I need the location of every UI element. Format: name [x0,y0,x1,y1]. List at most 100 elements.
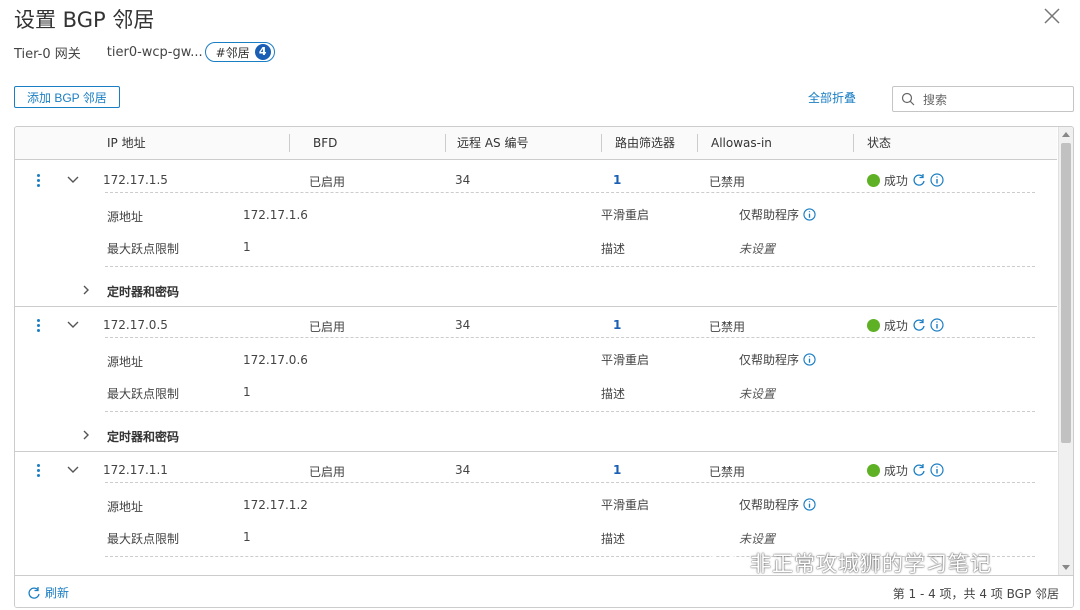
dialog-title: 设置 BGP 邻居 [14,8,155,32]
refresh-icon[interactable] [912,463,926,477]
status-text: 成功 [883,174,908,188]
allowas-in-value: 已禁用 [709,465,746,479]
column-header-ip[interactable]: IP 地址 [107,127,146,159]
description-label: 描述 [601,387,626,401]
gateway-name: tier0-wcp-gw... [106,44,203,60]
graceful-restart-label: 平滑重启 [601,208,650,222]
watermark-text: 非正常攻城狮的学习笔记 [750,552,992,576]
pagination-summary: 第 1 - 4 项，共 4 项 BGP 邻居 [892,587,1059,601]
graceful-restart-value: 仅帮助程序 [739,351,816,368]
source-address-value: 172.17.1.2 [243,498,308,512]
allowas-in-value: 已禁用 [709,175,746,189]
max-hop-label: 最大跃点限制 [107,532,180,546]
source-address-label: 源地址 [107,210,144,224]
source-address-label: 源地址 [107,355,144,369]
grid-header: IP 地址 BFD 远程 AS 编号 路由筛选器 Allowas-in 状态 [15,127,1057,160]
description-value: 未设置 [739,532,776,546]
bfd-value: 已启用 [309,320,346,334]
description-value: 未设置 [739,242,776,256]
success-status-icon [867,464,880,477]
refresh-icon[interactable] [912,173,926,187]
remote-as-value: 34 [455,463,471,477]
success-status-icon [867,174,880,187]
source-address-label: 源地址 [107,500,144,514]
refresh-button[interactable]: 刷新 [27,584,69,601]
description-label: 描述 [601,532,626,546]
chevron-down-icon[interactable] [67,465,79,475]
route-filters-link[interactable]: 1 [613,318,621,332]
info-icon[interactable] [929,173,944,187]
vertical-scrollbar[interactable] [1058,127,1073,575]
search-placeholder: 搜索 [923,93,948,107]
scrollbar-thumb[interactable] [1061,143,1071,443]
column-header-allowas-in[interactable]: Allowas-in [711,127,772,159]
wechat-logo-icon [711,551,743,575]
status-text: 成功 [883,464,908,478]
graceful-restart-label: 平滑重启 [601,353,650,367]
chevron-down-icon[interactable] [67,320,79,330]
add-bgp-neighbor-button[interactable]: 添加 BGP 邻居 [14,86,120,108]
neighbors-grid: IP 地址 BFD 远程 AS 编号 路由筛选器 Allowas-in 状态 1… [14,126,1074,608]
column-header-route-filters[interactable]: 路由筛选器 [615,127,675,159]
ip-address: 172.17.0.5 [103,318,168,332]
max-hop-value: 1 [243,240,251,254]
graceful-restart-label: 平滑重启 [601,498,650,512]
status-cell: 成功 [867,462,944,479]
column-header-status[interactable]: 状态 [867,127,891,159]
success-status-icon [867,319,880,332]
search-input[interactable]: 搜索 [892,86,1074,112]
grid-footer: 刷新 第 1 - 4 项，共 4 项 BGP 邻居 [15,575,1073,607]
column-header-remote-as[interactable]: 远程 AS 编号 [457,127,528,159]
chevron-right-icon[interactable] [81,285,91,295]
neighbor-count-pill[interactable]: #邻居 4 [204,42,275,62]
refresh-icon [28,586,40,599]
status-cell: 成功 [867,317,944,334]
info-icon[interactable] [929,463,944,477]
timers-and-password-toggle[interactable]: 定时器和密码 [107,428,179,445]
info-icon[interactable] [929,318,944,332]
refresh-label: 刷新 [45,586,70,600]
row-actions-icon[interactable] [33,464,43,479]
remote-as-value: 34 [455,173,471,187]
chevron-down-icon[interactable] [67,175,79,185]
ip-address: 172.17.1.5 [103,173,168,187]
max-hop-label: 最大跃点限制 [107,242,180,256]
route-filters-link[interactable]: 1 [613,173,621,187]
breadcrumb: Tier-0 网关 tier0-wcp-gw... #邻居 4 [14,42,275,62]
timers-and-password-toggle[interactable]: 定时器和密码 [107,283,179,300]
graceful-restart-text: 仅帮助程序 [739,498,800,512]
info-icon[interactable] [803,208,816,221]
close-icon[interactable] [1042,6,1062,26]
chevron-right-icon[interactable] [81,430,91,440]
refresh-icon[interactable] [912,318,926,332]
column-header-bfd[interactable]: BFD [313,127,337,159]
source-address-value: 172.17.0.6 [243,353,308,367]
remote-as-value: 34 [455,318,471,332]
row-actions-icon[interactable] [33,174,43,189]
bfd-value: 已启用 [309,465,346,479]
max-hop-value: 1 [243,385,251,399]
pill-label: #邻居 [215,45,250,60]
source-address-value: 172.17.1.6 [243,208,308,222]
graceful-restart-value: 仅帮助程序 [739,206,816,223]
info-icon[interactable] [803,353,816,366]
scroll-down-icon[interactable] [1062,565,1070,570]
description-label: 描述 [601,242,626,256]
graceful-restart-text: 仅帮助程序 [739,353,800,367]
status-cell: 成功 [867,172,944,189]
allowas-in-value: 已禁用 [709,320,746,334]
info-icon[interactable] [803,498,816,511]
gateway-type-label: Tier-0 网关 [14,46,81,62]
graceful-restart-value: 仅帮助程序 [739,496,816,513]
bfd-value: 已启用 [309,175,346,189]
max-hop-value: 1 [243,530,251,544]
ip-address: 172.17.1.1 [103,463,168,477]
max-hop-label: 最大跃点限制 [107,387,180,401]
scroll-up-icon[interactable] [1062,132,1070,137]
description-value: 未设置 [739,387,776,401]
pill-count-badge: 4 [254,44,271,60]
row-actions-icon[interactable] [33,319,43,334]
search-icon [901,92,915,106]
collapse-all-link[interactable]: 全部折叠 [808,89,856,106]
route-filters-link[interactable]: 1 [613,463,621,477]
